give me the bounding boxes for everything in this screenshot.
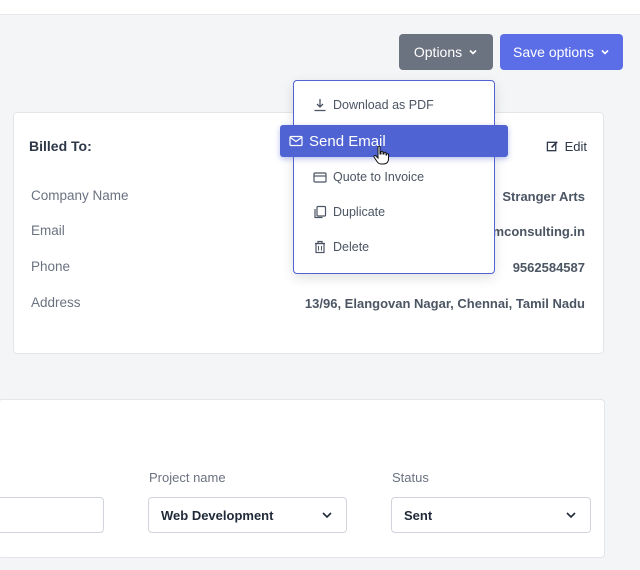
company-name-value: Stranger Arts (502, 189, 585, 204)
options-dropdown: Download as PDF Quote to Invoice Duplica… (293, 80, 495, 274)
chevron-down-icon (564, 508, 578, 522)
project-card: Project name Web Development Status Sent (0, 399, 605, 558)
phone-value: 9562584587 (512, 260, 585, 275)
menu-item-download-pdf[interactable]: Download as PDF (313, 98, 434, 112)
hand-pointer-icon (372, 145, 390, 165)
edit-button[interactable]: Edit (546, 139, 587, 154)
project-name-select[interactable]: Web Development (148, 497, 347, 533)
top-bar (0, 0, 640, 15)
save-options-button[interactable]: Save options (500, 34, 623, 70)
address-label: Address (31, 295, 81, 310)
status-select[interactable]: Sent (391, 497, 591, 533)
menu-item-quote-to-invoice[interactable]: Quote to Invoice (313, 170, 424, 184)
options-button-label: Options (413, 44, 463, 60)
menu-item-label: Download as PDF (333, 98, 434, 112)
client-select[interactable] (0, 497, 104, 533)
menu-item-label: Duplicate (333, 205, 386, 219)
phone-label: Phone (31, 259, 71, 274)
options-button[interactable]: Options (399, 34, 493, 70)
edit-label: Edit (564, 139, 587, 154)
status-label: Status (392, 470, 429, 485)
project-name-label: Project name (149, 470, 226, 485)
menu-item-delete[interactable]: Delete (313, 240, 369, 254)
email-label: Email (31, 223, 65, 238)
save-options-label: Save options (513, 44, 594, 60)
chevron-down-icon (320, 508, 334, 522)
email-value: mconsulting.in (492, 224, 585, 239)
company-name-label: Company Name (31, 188, 129, 203)
menu-item-send-email[interactable]: Send Email (280, 125, 508, 157)
billed-to-title: Billed To: (29, 138, 92, 154)
address-value: 13/96, Elangovan Nagar, Chennai, Tamil N… (304, 296, 585, 311)
trash-icon (313, 240, 327, 254)
status-value: Sent (404, 507, 433, 523)
menu-item-label: Quote to Invoice (333, 170, 425, 184)
copy-icon (313, 205, 327, 219)
menu-item-label: Delete (333, 240, 370, 254)
edit-icon (546, 140, 560, 154)
menu-item-duplicate[interactable]: Duplicate (313, 205, 385, 219)
download-icon (313, 98, 327, 112)
mail-icon (289, 134, 303, 148)
project-name-value: Web Development (161, 507, 274, 523)
chevron-down-icon (600, 47, 610, 57)
card-icon (313, 170, 327, 184)
chevron-down-icon (468, 47, 478, 57)
